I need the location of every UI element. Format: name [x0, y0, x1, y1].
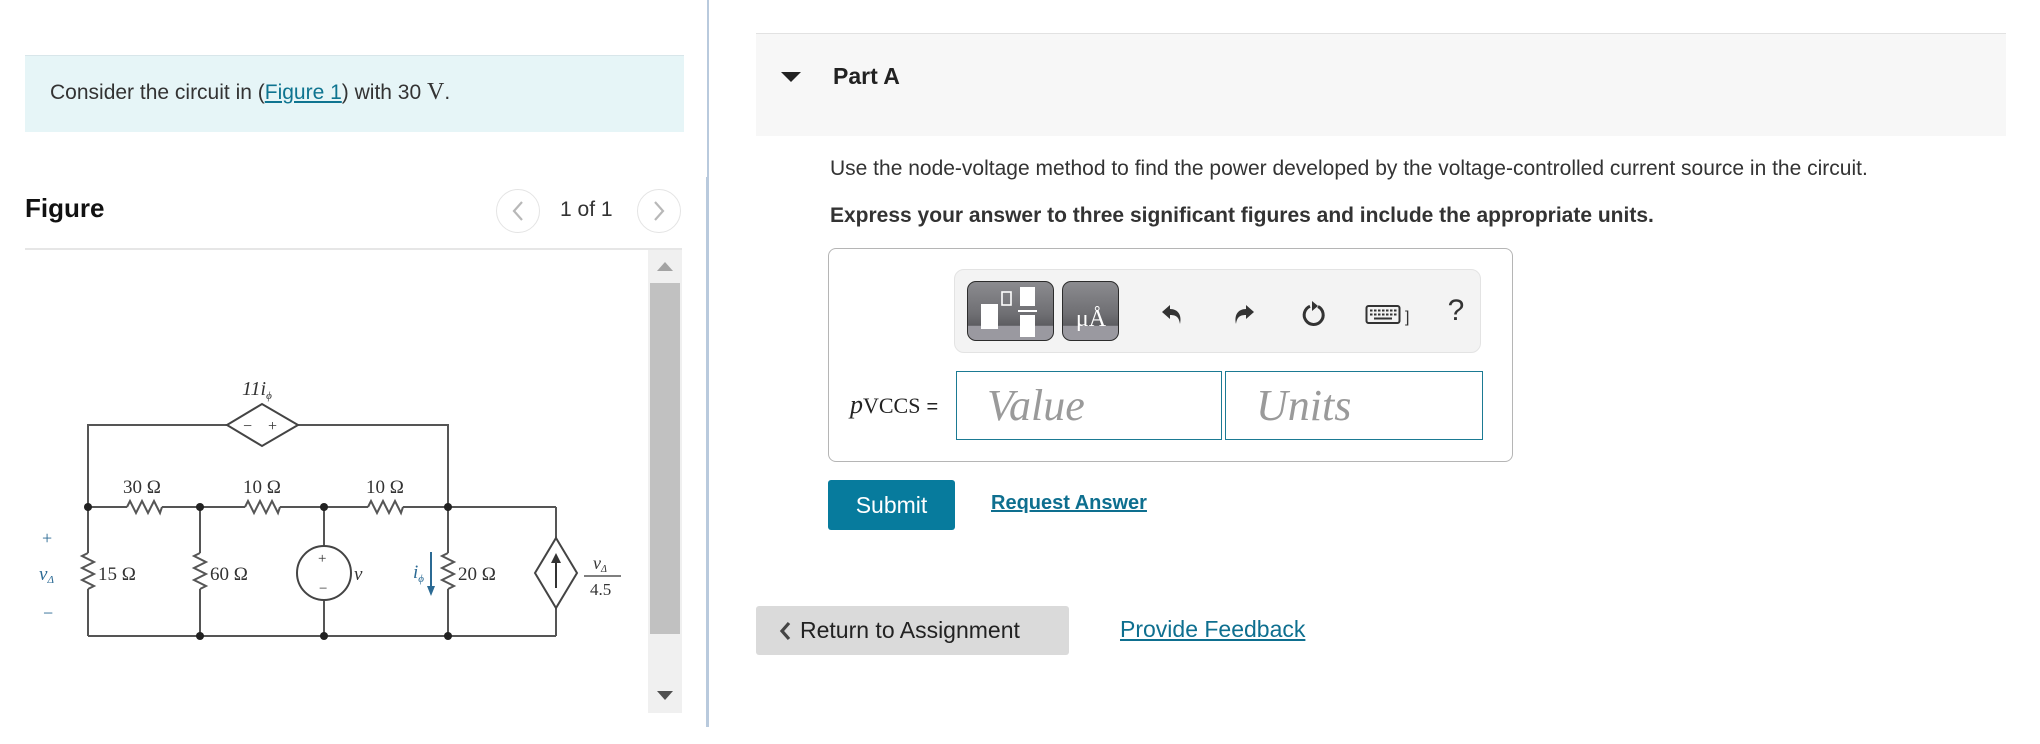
- figure-link[interactable]: Figure 1: [265, 81, 342, 104]
- resistor-10b-label: 10 Ω: [366, 477, 404, 498]
- svg-text:]: ]: [1405, 309, 1409, 326]
- source-minus: −: [319, 581, 327, 597]
- variable-subscript: VCCS: [863, 393, 921, 418]
- chevron-right-icon: [654, 201, 665, 221]
- chevron-left-icon: [779, 621, 791, 640]
- fraction-template-icon: [981, 287, 1037, 337]
- redo-icon: [1235, 305, 1254, 324]
- panel-separator[interactable]: [707, 0, 709, 177]
- resistor-30-zigzag: [126, 498, 163, 516]
- dependent-voltage-minus: −: [243, 418, 252, 435]
- units-button[interactable]: μÅ: [1062, 281, 1119, 341]
- keyboard-button[interactable]: ]: [1365, 299, 1415, 329]
- node: [320, 632, 328, 640]
- scroll-down-arrow-icon[interactable]: [657, 691, 673, 700]
- next-figure-button[interactable]: [637, 189, 681, 233]
- reset-button[interactable]: [1299, 299, 1329, 329]
- answer-variable-label: pVCCS =: [850, 390, 938, 420]
- node: [320, 503, 328, 511]
- resistor-10b-zigzag: [367, 498, 404, 516]
- v-delta-label: vΔ: [39, 564, 54, 586]
- node: [84, 503, 92, 511]
- figure-page-indicator: 1 of 1: [560, 198, 613, 221]
- equals-sign: =: [926, 396, 939, 418]
- provide-feedback-link[interactable]: Provide Feedback: [1120, 616, 1305, 643]
- units-input[interactable]: [1225, 371, 1483, 440]
- figure-divider: [25, 248, 682, 250]
- help-button[interactable]: ?: [1441, 294, 1471, 327]
- dependent-current-denominator: 4.5: [590, 580, 611, 599]
- templates-button[interactable]: [967, 281, 1054, 341]
- previous-figure-button[interactable]: [496, 189, 540, 233]
- problem-statement: Consider the circuit in (Figure 1) with …: [50, 79, 450, 106]
- node: [444, 503, 452, 511]
- instruction-text: Express your answer to three significant…: [830, 204, 1654, 227]
- resistor-10a-zigzag: [244, 498, 281, 516]
- return-label: Return to Assignment: [800, 617, 1020, 643]
- v-delta-plus: +: [42, 528, 52, 548]
- question-text: Use the node-voltage method to find the …: [830, 157, 1868, 180]
- period: .: [444, 81, 451, 104]
- resistor-60-label: 60 Ω: [210, 564, 248, 585]
- scroll-thumb[interactable]: [650, 283, 680, 634]
- circuit-diagram: 11iϕ − + 30 Ω 10 Ω 10 Ω 15 Ω 60 Ω 20 Ω +…: [39, 378, 621, 640]
- request-answer-link[interactable]: Request Answer: [991, 492, 1147, 515]
- units-icon: μÅ: [1076, 306, 1107, 332]
- part-a-header[interactable]: Part A: [756, 33, 2006, 136]
- variable-symbol: p: [850, 390, 863, 419]
- reset-icon: [1302, 301, 1325, 326]
- undo-button[interactable]: [1158, 299, 1188, 329]
- chevron-left-icon: [512, 201, 523, 221]
- resistor-20-zigzag: [439, 552, 457, 590]
- dependent-voltage-plus: +: [268, 418, 277, 435]
- independent-source-label: v: [354, 564, 363, 585]
- panel-separator-lower[interactable]: [706, 177, 709, 727]
- redo-button[interactable]: [1228, 299, 1258, 329]
- svg-text:μÅ: μÅ: [1076, 306, 1107, 332]
- dependent-voltage-source: [225, 402, 300, 448]
- resistor-20-label: 20 Ω: [458, 564, 496, 585]
- undo-icon: [1162, 305, 1181, 324]
- voltage-unit: V: [427, 79, 445, 105]
- return-to-assignment-button[interactable]: Return to Assignment: [756, 606, 1069, 655]
- node: [196, 503, 204, 511]
- figure-scrollbar[interactable]: [648, 250, 682, 713]
- intro-text-suffix: ) with 30: [341, 81, 427, 104]
- dependent-voltage-label: 11iϕ: [242, 378, 272, 402]
- collapse-triangle-icon[interactable]: [781, 72, 801, 82]
- part-title: Part A: [833, 63, 900, 89]
- dependent-current-numerator: vΔ: [593, 553, 607, 575]
- resistor-10a-label: 10 Ω: [243, 477, 281, 498]
- figure-heading: Figure: [25, 193, 105, 223]
- intro-text: Consider the circuit in (: [50, 81, 265, 104]
- i-phi-arrow: [427, 586, 435, 596]
- resistor-60-zigzag: [191, 552, 209, 590]
- resistor-30-label: 30 Ω: [123, 477, 161, 498]
- resistor-15-label: 15 Ω: [98, 564, 136, 585]
- i-phi-label: iϕ: [413, 562, 424, 585]
- current-source-arrow: [551, 553, 561, 563]
- v-delta-minus: −: [43, 603, 53, 623]
- value-input[interactable]: [956, 371, 1222, 440]
- node: [444, 632, 452, 640]
- submit-button[interactable]: Submit: [828, 480, 955, 530]
- node: [196, 632, 204, 640]
- math-toolbar: μÅ ] ?: [954, 269, 1481, 353]
- scroll-up-arrow-icon[interactable]: [657, 262, 673, 271]
- problem-statement-box: Consider the circuit in (Figure 1) with …: [25, 55, 684, 132]
- keyboard-icon: ]: [1365, 305, 1409, 326]
- source-plus: +: [318, 551, 326, 567]
- resistor-15-zigzag: [79, 552, 97, 590]
